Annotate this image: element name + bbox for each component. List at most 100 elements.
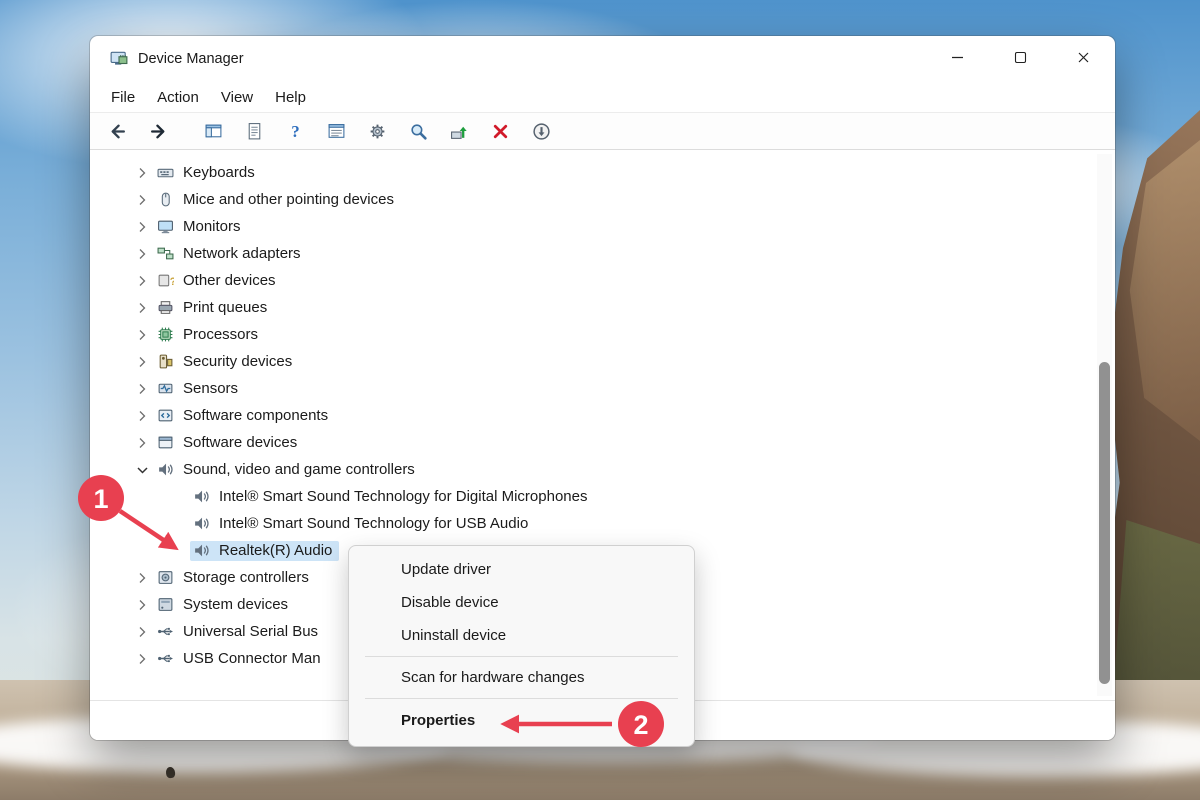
tree-item-text: Monitors bbox=[183, 218, 241, 235]
tree-item-text: Keyboards bbox=[183, 164, 255, 181]
chevron-right-icon[interactable] bbox=[134, 569, 154, 587]
tree-item-text: Software components bbox=[183, 407, 328, 424]
tree-item-label-area: Realtek(R) Audio bbox=[190, 541, 339, 561]
chevron-right-icon[interactable] bbox=[134, 596, 154, 614]
chevron-right-icon[interactable] bbox=[134, 191, 154, 209]
tree-item-text: Sensors bbox=[183, 380, 238, 397]
chevron-right-icon[interactable] bbox=[134, 434, 154, 452]
tree-item-text: Security devices bbox=[183, 353, 292, 370]
menubar-item-action[interactable]: Action bbox=[146, 86, 210, 109]
scrollbar-thumb[interactable] bbox=[1099, 362, 1110, 684]
tree-item-monitors[interactable]: Monitors bbox=[90, 213, 1093, 240]
update-driver-icon[interactable] bbox=[444, 118, 474, 145]
tree-item-text: Storage controllers bbox=[183, 569, 309, 586]
tree-item-text: Processors bbox=[183, 326, 258, 343]
tree-item-security-devices[interactable]: Security devices bbox=[90, 348, 1093, 375]
devices-by-type-icon[interactable] bbox=[362, 118, 392, 145]
properties-icon[interactable] bbox=[239, 118, 269, 145]
tree-item-text: Print queues bbox=[183, 299, 267, 316]
tree-item-mice-and-other-pointing-devices[interactable]: Mice and other pointing devices bbox=[90, 186, 1093, 213]
chevron-right-icon[interactable] bbox=[134, 650, 154, 668]
show-console-tree-icon[interactable] bbox=[198, 118, 228, 145]
sound-controller-icon bbox=[157, 461, 175, 478]
tree-item-text: Mice and other pointing devices bbox=[183, 191, 394, 208]
chevron-right-icon[interactable] bbox=[134, 623, 154, 641]
disable-device-icon[interactable] bbox=[526, 118, 556, 145]
tree-item-intel-smart-sound-technology-for-digital-microphones[interactable]: Intel® Smart Sound Technology for Digita… bbox=[90, 483, 1093, 510]
tree-item-text: Intel® Smart Sound Technology for USB Au… bbox=[219, 515, 528, 532]
close-button[interactable] bbox=[1052, 36, 1115, 82]
tree-item-label-area: Software components bbox=[154, 406, 335, 426]
tree-item-label-area: Keyboards bbox=[154, 163, 262, 183]
tree-item-label-area: Network adapters bbox=[154, 244, 308, 264]
usb-icon bbox=[157, 650, 175, 667]
export-list-icon[interactable] bbox=[321, 118, 351, 145]
maximize-icon bbox=[1012, 49, 1029, 69]
chevron-right-icon[interactable] bbox=[134, 380, 154, 398]
menubar-item-file[interactable]: File bbox=[100, 86, 146, 109]
system-device-icon bbox=[157, 596, 175, 613]
title-bar[interactable]: Device Manager bbox=[90, 36, 1115, 82]
toolbar: ? bbox=[90, 112, 1115, 150]
chevron-right-icon[interactable] bbox=[134, 218, 154, 236]
chevron-right-icon[interactable] bbox=[134, 299, 154, 317]
context-menu-item-uninstall-device[interactable]: Uninstall device bbox=[354, 619, 689, 652]
desktop-background: Device Manager FileActionViewHelp ? Keyb… bbox=[0, 0, 1200, 800]
scan-hardware-changes-icon[interactable] bbox=[403, 118, 433, 145]
tree-item-text: Network adapters bbox=[183, 245, 301, 262]
chevron-right-icon[interactable] bbox=[134, 407, 154, 425]
tree-item-label-area: Intel® Smart Sound Technology for Digita… bbox=[190, 487, 594, 507]
tree-item-sound-video-and-game-controllers[interactable]: Sound, video and game controllers bbox=[90, 456, 1093, 483]
chevron-right-icon[interactable] bbox=[134, 245, 154, 263]
tree-item-text: Software devices bbox=[183, 434, 297, 451]
tree-item-processors[interactable]: Processors bbox=[90, 321, 1093, 348]
speaker-icon bbox=[193, 515, 211, 532]
tree-item-label-area: Mice and other pointing devices bbox=[154, 190, 401, 210]
tree-item-print-queues[interactable]: Print queues bbox=[90, 294, 1093, 321]
tree-item-label-area: ?Other devices bbox=[154, 271, 283, 291]
context-menu: Update driverDisable deviceUninstall dev… bbox=[348, 545, 695, 747]
help-icon[interactable]: ? bbox=[280, 118, 310, 145]
processor-icon bbox=[157, 326, 175, 343]
tree-item-label-area: Processors bbox=[154, 325, 265, 345]
svg-text:?: ? bbox=[291, 122, 299, 141]
minimize-button[interactable] bbox=[926, 36, 989, 82]
tree-item-label-area: USB Connector Man bbox=[154, 649, 328, 669]
tree-item-label-area: Storage controllers bbox=[154, 568, 316, 588]
tree-item-text: System devices bbox=[183, 596, 288, 613]
chevron-right-icon[interactable] bbox=[134, 164, 154, 182]
tree-item-network-adapters[interactable]: Network adapters bbox=[90, 240, 1093, 267]
menubar-item-view[interactable]: View bbox=[210, 86, 264, 109]
chevron-right-icon[interactable] bbox=[134, 326, 154, 344]
tree-item-label-area: Universal Serial Bus bbox=[154, 622, 325, 642]
context-menu-item-scan-for-hardware-changes[interactable]: Scan for hardware changes bbox=[354, 661, 689, 694]
tree-item-intel-smart-sound-technology-for-usb-audio[interactable]: Intel® Smart Sound Technology for USB Au… bbox=[90, 510, 1093, 537]
chevron-right-icon[interactable] bbox=[134, 272, 154, 290]
chevron-right-icon[interactable] bbox=[134, 353, 154, 371]
maximize-button[interactable] bbox=[989, 36, 1052, 82]
chevron-down-icon[interactable] bbox=[134, 461, 154, 479]
device-manager-icon bbox=[110, 50, 128, 68]
software-device-icon bbox=[157, 434, 175, 451]
tree-item-software-devices[interactable]: Software devices bbox=[90, 429, 1093, 456]
usb-icon bbox=[157, 623, 175, 640]
forward-icon[interactable] bbox=[143, 118, 173, 145]
tree-item-text: Universal Serial Bus bbox=[183, 623, 318, 640]
tree-item-sensors[interactable]: Sensors bbox=[90, 375, 1093, 402]
back-icon[interactable] bbox=[102, 118, 132, 145]
vertical-scrollbar[interactable] bbox=[1097, 154, 1112, 696]
tree-item-software-components[interactable]: Software components bbox=[90, 402, 1093, 429]
tree-item-other-devices[interactable]: ?Other devices bbox=[90, 267, 1093, 294]
mouse-icon bbox=[157, 191, 175, 208]
minimize-icon bbox=[949, 49, 966, 69]
tree-item-text: Sound, video and game controllers bbox=[183, 461, 415, 478]
context-menu-item-update-driver[interactable]: Update driver bbox=[354, 553, 689, 586]
context-menu-item-properties[interactable]: Properties bbox=[354, 703, 689, 739]
uninstall-device-icon[interactable] bbox=[485, 118, 515, 145]
menubar-item-help[interactable]: Help bbox=[264, 86, 317, 109]
storage-icon bbox=[157, 569, 175, 586]
tree-item-label-area: System devices bbox=[154, 595, 295, 615]
context-menu-item-disable-device[interactable]: Disable device bbox=[354, 586, 689, 619]
tree-item-keyboards[interactable]: Keyboards bbox=[90, 159, 1093, 186]
tree-item-label-area: Security devices bbox=[154, 352, 299, 372]
